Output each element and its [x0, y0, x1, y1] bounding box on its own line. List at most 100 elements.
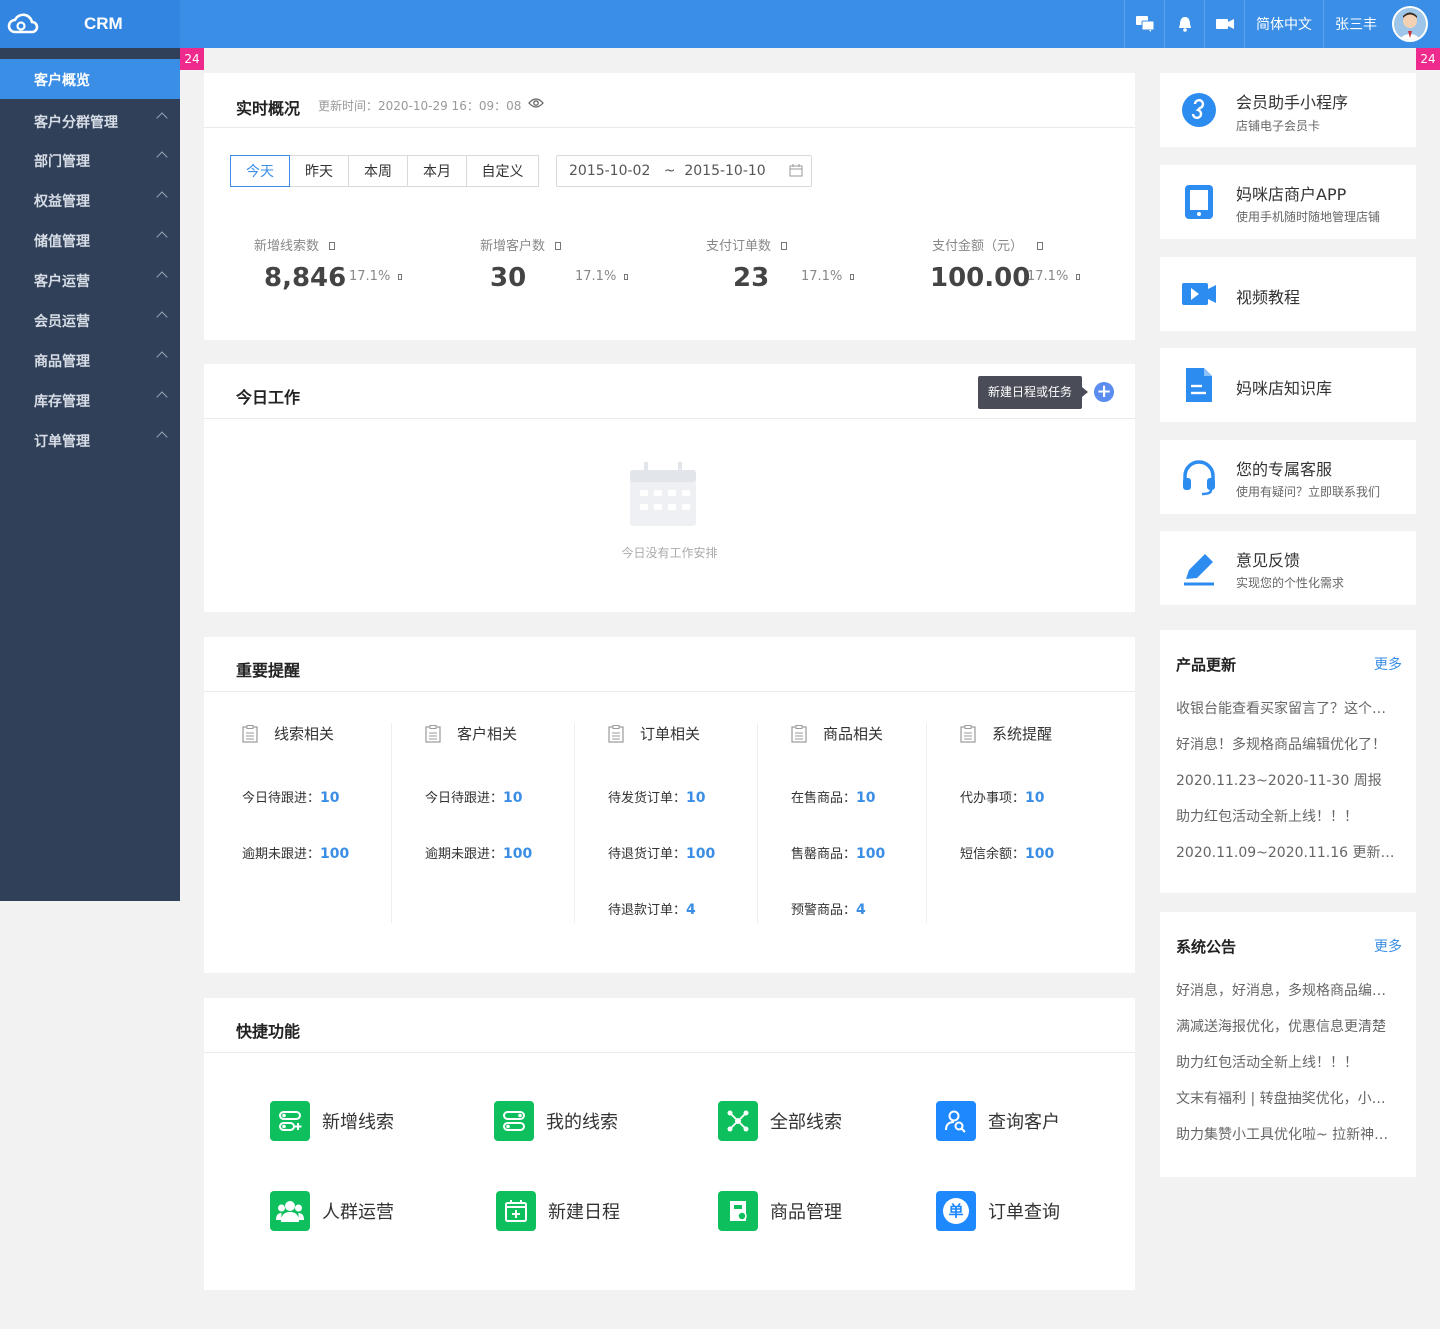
- quick-my-leads[interactable]: 我的线索: [494, 1101, 618, 1141]
- reminder-row[interactable]: 待退货订单：100: [608, 843, 715, 862]
- card-title: 会员助手小程序: [1236, 93, 1349, 112]
- video-tutorial-card[interactable]: 视频教程: [1160, 257, 1416, 331]
- reminder-row[interactable]: 短信余额：100: [960, 843, 1054, 862]
- reminder-row[interactable]: 预警商品：4: [791, 899, 866, 918]
- stat-pct: 17.1%: [801, 269, 855, 284]
- tab-today[interactable]: 今天: [230, 155, 290, 187]
- column-divider: [926, 723, 927, 923]
- sidebar-item-label: 订单管理: [34, 434, 90, 450]
- quick-group-ops[interactable]: 人群运营: [270, 1191, 394, 1231]
- stat-pct: 17.1%: [1027, 269, 1081, 284]
- mini-program-card[interactable]: 会员助手小程序 店铺电子会员卡: [1160, 73, 1416, 147]
- quick-order-query[interactable]: 单 订单查询: [936, 1191, 1060, 1231]
- tab-yesterday[interactable]: 昨天: [289, 155, 349, 187]
- sidebar-item-customer-overview[interactable]: 客户概览: [0, 59, 180, 99]
- feedback-card[interactable]: 意见反馈 实现您的个性化需求: [1160, 531, 1416, 605]
- reminder-value: 100: [1025, 846, 1055, 862]
- reminder-key: 预警商品：: [791, 903, 857, 918]
- message-button[interactable]: [1124, 0, 1164, 48]
- reminder-row[interactable]: 今日待跟进：10: [242, 787, 340, 806]
- info-icon[interactable]: [781, 242, 788, 250]
- sidebar-item-goods[interactable]: 商品管理: [0, 340, 180, 380]
- reminder-row[interactable]: 今日待跟进：10: [425, 787, 523, 806]
- reminder-row[interactable]: 在售商品：10: [791, 787, 876, 806]
- info-icon[interactable]: [555, 242, 562, 250]
- bell-icon: [1178, 17, 1191, 32]
- notice-item[interactable]: 助力红包活动全新上线！！！: [1176, 1052, 1404, 1072]
- reminder-value: 4: [686, 902, 696, 918]
- notice-item[interactable]: 好消息，好消息，多规格商品编…: [1176, 980, 1404, 1000]
- sidebar-item-rights[interactable]: 权益管理: [0, 180, 180, 220]
- update-item[interactable]: 助力红包活动全新上线！！！: [1176, 806, 1404, 826]
- reminder-row[interactable]: 售罄商品：100: [791, 843, 885, 862]
- card-subtitle: 店铺电子会员卡: [1236, 119, 1321, 133]
- updates-more-link[interactable]: 更多: [1374, 654, 1402, 674]
- notice-item[interactable]: 满减送海报优化，优惠信息更清楚: [1176, 1016, 1404, 1036]
- tab-this-month[interactable]: 本月: [407, 155, 467, 187]
- stat-pct-value: 17.1%: [349, 269, 391, 284]
- document-blue-icon: [1186, 368, 1212, 402]
- update-item[interactable]: 2020.11.09~2020.11.16 更新周报: [1176, 842, 1404, 862]
- stat-label: 支付金额（元）: [932, 239, 1024, 254]
- quick-label: 人群运营: [322, 1202, 394, 1223]
- sidebar-item-label: 库存管理: [34, 394, 90, 410]
- reminder-row[interactable]: 逾期未跟进：100: [242, 843, 349, 862]
- notices-more-link[interactable]: 更多: [1374, 936, 1402, 956]
- update-item[interactable]: 2020.11.23~2020-11-30 周报: [1176, 770, 1404, 790]
- date-range-picker[interactable]: 2015-10-02 ~ 2015-10-10: [556, 155, 812, 187]
- update-item[interactable]: 收银台能查看买家留言了？这个…: [1176, 698, 1404, 718]
- quick-all-leads[interactable]: 全部线索: [718, 1101, 842, 1141]
- reminder-col-orders: 订单相关 待发货订单：10 待退货订单：100 待退款订单：4: [608, 723, 788, 918]
- customer-service-card[interactable]: 您的专属客服 使用有疑问？立即联系我们: [1160, 440, 1416, 514]
- merchant-app-card[interactable]: 妈咪店商户APP 使用手机随时随地管理店铺: [1160, 165, 1416, 239]
- reminder-row[interactable]: 代办事项：10: [960, 787, 1045, 806]
- reminder-row[interactable]: 待发货订单：10: [608, 787, 706, 806]
- language-switch[interactable]: 简体中文: [1244, 0, 1323, 48]
- headset-icon: [1183, 460, 1215, 496]
- divider: [204, 127, 1135, 128]
- avatar[interactable]: [1392, 6, 1428, 42]
- sidebar-item-department[interactable]: 部门管理: [0, 140, 180, 180]
- add-schedule-button[interactable]: +: [1094, 382, 1114, 402]
- reminder-head: 客户相关: [457, 725, 518, 743]
- video-button[interactable]: [1204, 0, 1244, 48]
- info-icon[interactable]: [1037, 242, 1044, 250]
- sidebar-item-orders[interactable]: 订单管理: [0, 420, 180, 460]
- chevron-up-icon: [156, 351, 168, 363]
- logo-area[interactable]: CRM: [0, 0, 180, 48]
- sidebar-item-label: 客户概览: [34, 73, 90, 89]
- sidebar-item-stored-value[interactable]: 储值管理: [0, 220, 180, 260]
- eye-icon[interactable]: [528, 97, 544, 109]
- chevron-up-icon: [156, 151, 168, 163]
- sidebar-item-member-ops[interactable]: 会员运营: [0, 300, 180, 340]
- sidebar-item-label: 商品管理: [34, 354, 90, 370]
- quick-new-schedule[interactable]: 新建日程: [496, 1191, 620, 1231]
- info-icon[interactable]: [329, 242, 336, 250]
- reminder-row[interactable]: 待退款订单：4: [608, 899, 696, 918]
- notification-button[interactable]: [1164, 0, 1204, 48]
- knowledge-base-card[interactable]: 妈咪店知识库: [1160, 348, 1416, 422]
- notice-item[interactable]: 文末有福利 | 转盘抽奖优化，小…: [1176, 1088, 1404, 1108]
- stat-paid-amount: 支付金额（元） 100.00 17.1%: [930, 235, 1132, 293]
- reminder-value: 100: [686, 846, 716, 862]
- card-subtitle: 实现您的个性化需求: [1236, 576, 1345, 590]
- sidebar-item-segment[interactable]: 客户分群管理: [0, 101, 180, 141]
- sidebar-item-inventory[interactable]: 库存管理: [0, 380, 180, 420]
- stat-new-leads: 新增线索数 8,846 17.1%: [254, 235, 454, 293]
- quick-search-customer[interactable]: 查询客户: [936, 1101, 1060, 1141]
- quick-add-lead[interactable]: 新增线索: [270, 1101, 394, 1141]
- user-name[interactable]: 张三丰: [1323, 0, 1388, 48]
- notice-item[interactable]: 助力集赞小工具优化啦~ 拉新神…: [1176, 1124, 1404, 1144]
- reminder-col-goods: 商品相关 在售商品：10 售罄商品：100 预警商品：4: [791, 723, 971, 918]
- chevron-up-icon: [156, 431, 168, 443]
- quick-goods-manage[interactable]: 商品管理: [718, 1191, 842, 1231]
- realtime-card: 实时概况 更新时间：2020-10-29 16：09：08 今天 昨天 本周 本…: [204, 73, 1135, 340]
- reminder-value: 4: [856, 902, 866, 918]
- reminder-row[interactable]: 逾期未跟进：100: [425, 843, 532, 862]
- cloud-logo-icon: [7, 13, 39, 34]
- calendar-plus-icon: [496, 1191, 536, 1231]
- sidebar-item-customer-ops[interactable]: 客户运营: [0, 260, 180, 300]
- tab-custom[interactable]: 自定义: [466, 155, 539, 187]
- update-item[interactable]: 好消息！多规格商品编辑优化了！: [1176, 734, 1404, 754]
- tab-this-week[interactable]: 本周: [348, 155, 408, 187]
